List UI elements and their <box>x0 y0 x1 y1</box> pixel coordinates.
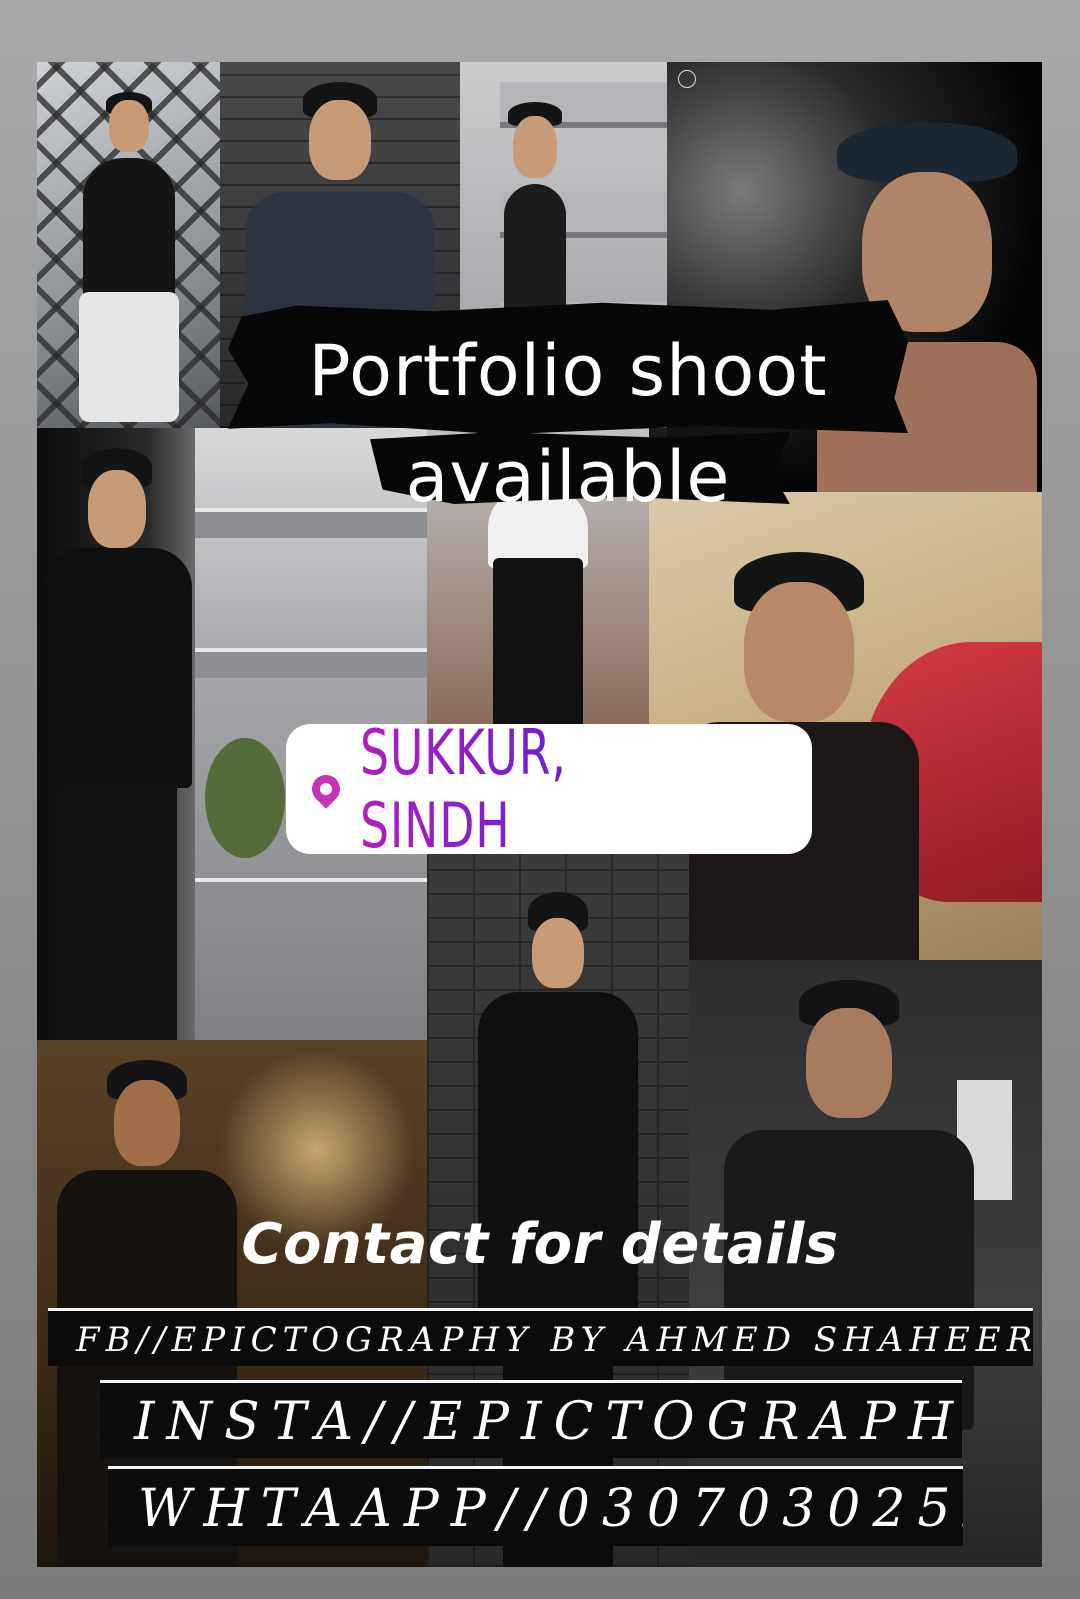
whatsapp-text: WHTAAPP//03070302524 <box>138 1479 963 1539</box>
photo-model-lattice <box>37 62 220 428</box>
facebook-text: FB//EPICTOGRAPHY BY AHMED SHAHEER <box>76 1320 1033 1360</box>
map-pin-icon <box>306 769 346 809</box>
poster-title: Portfolio shoot available <box>228 318 908 530</box>
contact-heading: Contact for details <box>241 1212 839 1277</box>
whatsapp-bar: WHTAAPP//03070302524 <box>108 1466 963 1546</box>
title-line-1: Portfolio shoot <box>308 330 828 412</box>
instagram-text: INSTA//EPICTOGRAPHY_ <box>134 1392 962 1452</box>
watermark-logo-icon <box>678 70 696 88</box>
photo-model-jacket <box>427 842 689 1567</box>
instagram-bar: INSTA//EPICTOGRAPHY_ <box>100 1380 962 1458</box>
location-text: SUKKUR, SINDH <box>360 716 731 862</box>
location-badge: SUKKUR, SINDH <box>286 716 812 862</box>
title-line-2: available <box>405 436 731 518</box>
photo-model-hoodie <box>37 428 195 1040</box>
facebook-bar: FB//EPICTOGRAPHY BY AHMED SHAHEER <box>48 1308 1033 1366</box>
